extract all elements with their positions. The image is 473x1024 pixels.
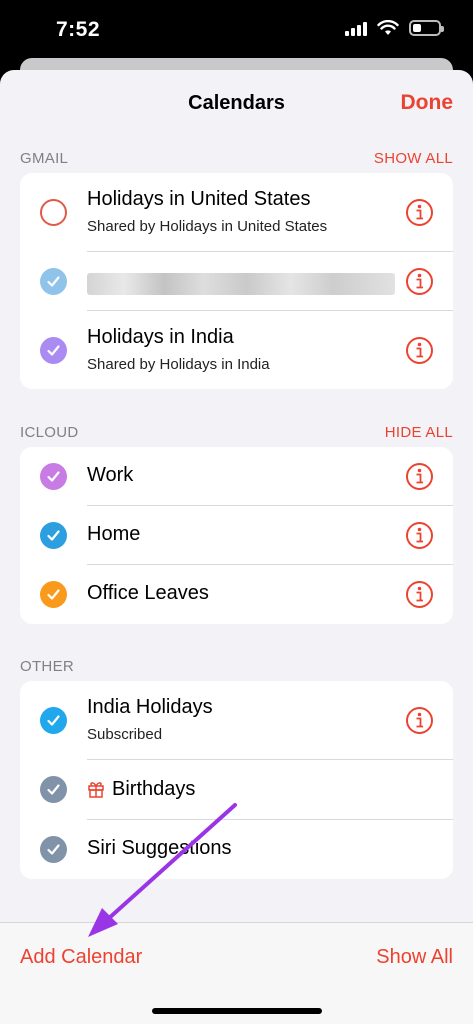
battery-level [413,24,422,32]
calendar-name: India Holidays [87,696,213,718]
checkbox-checked[interactable] [40,522,67,549]
checkbox-checked[interactable] [40,581,67,608]
calendar-name: Work [87,464,134,486]
checkbox-checked[interactable] [40,463,67,490]
redacted-calendar-name [87,273,395,295]
calendar-name: Office Leaves [87,582,209,604]
hide-all-icloud-button[interactable]: HIDE ALL [385,424,453,441]
checkmark-icon [47,530,60,541]
calendar-row[interactable]: Work [20,447,453,506]
calendar-subtitle: Shared by Holidays in United States [87,218,328,235]
calendar-name: Home [87,523,141,545]
calendar-subtitle: Shared by Holidays in India [87,356,270,373]
section-header-gmail: GMAIL SHOW ALL [20,148,453,168]
nav-bar: Calendars Done [0,70,473,138]
show-all-button[interactable]: Show All [376,946,453,969]
battery-icon [409,20,444,36]
checkmark-icon [47,844,60,855]
section-header-icloud: ICLOUD HIDE ALL [20,422,453,442]
done-button[interactable]: Done [401,91,454,115]
checkmark-icon [47,471,60,482]
info-icon[interactable] [406,199,433,226]
calendar-row[interactable]: Holidays in India Shared by Holidays in … [20,311,453,389]
annotation-arrow-icon [88,803,237,937]
calendar-subtitle: Subscribed [87,726,163,743]
checkbox-checked[interactable] [40,337,67,364]
add-calendar-button[interactable]: Add Calendar [20,946,142,969]
checkbox-unchecked[interactable] [40,199,67,226]
section-label-other: OTHER [20,657,74,675]
calendar-row[interactable]: Office Leaves [20,565,453,624]
calendar-name: Holidays in United States [87,188,311,210]
calendar-row[interactable]: India Holidays Subscribed [20,681,453,760]
checkmark-icon [47,715,60,726]
calendar-row[interactable] [20,252,453,311]
info-icon[interactable] [406,707,433,734]
checkmark-icon [47,589,60,600]
gift-icon [88,782,104,798]
checkbox-checked[interactable] [40,776,67,803]
calendar-row[interactable]: Holidays in United States Shared by Holi… [20,173,453,252]
home-indicator [152,1008,322,1014]
checkbox-checked[interactable] [40,707,67,734]
signal-icon [345,20,367,36]
show-all-gmail-button[interactable]: SHOW ALL [374,150,453,167]
section-label-icloud: ICLOUD [20,423,79,441]
checkmark-icon [47,276,60,287]
info-icon[interactable] [406,463,433,490]
info-icon[interactable] [406,337,433,364]
calendar-name: Birthdays [112,778,196,800]
info-icon[interactable] [406,268,433,295]
group-gmail: Holidays in United States Shared by Holi… [20,173,453,389]
group-icloud: Work Home Office Leaves [20,447,453,624]
wifi-icon [377,20,399,35]
status-icons [345,20,444,36]
checkmark-icon [47,784,60,795]
checkmark-icon [47,345,60,356]
status-time: 7:52 [56,18,101,41]
status-bar: 7:52 [0,0,473,64]
section-header-other: OTHER [20,656,453,676]
checkbox-checked[interactable] [40,268,67,295]
info-icon[interactable] [406,522,433,549]
calendar-row[interactable]: Home [20,506,453,565]
calendar-name: Holidays in India [87,326,234,348]
checkbox-checked[interactable] [40,836,67,863]
info-icon[interactable] [406,581,433,608]
section-label-gmail: GMAIL [20,149,69,167]
